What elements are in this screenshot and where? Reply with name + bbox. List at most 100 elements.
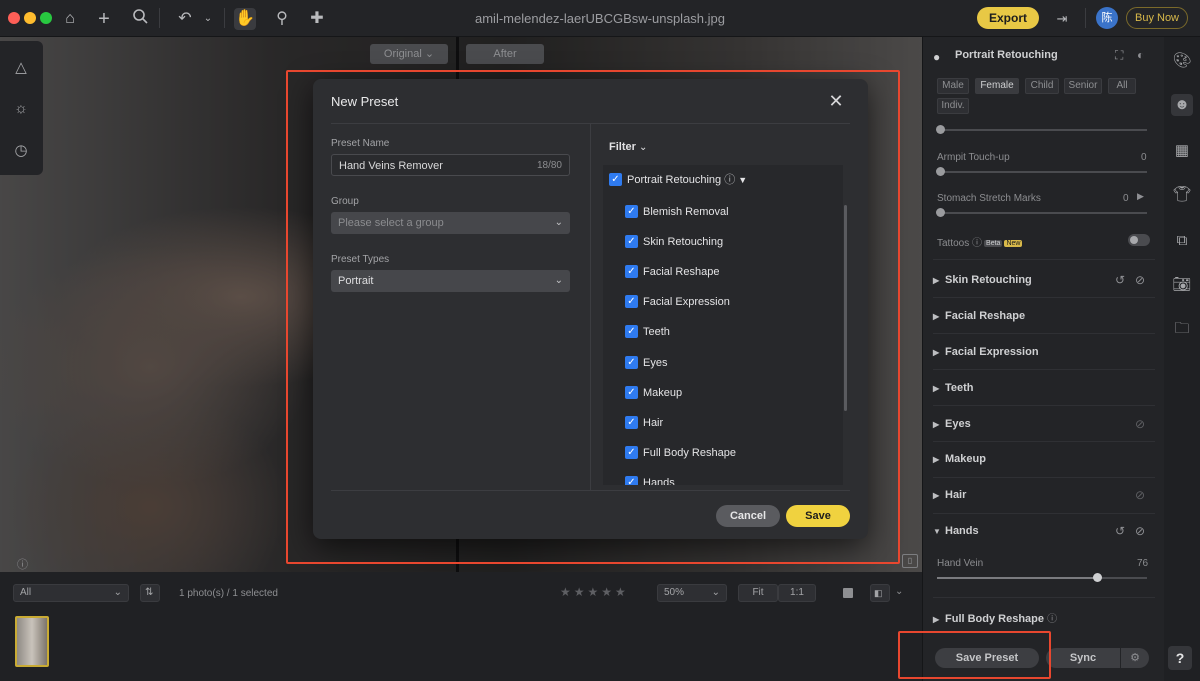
chip-all[interactable]: All — [1108, 78, 1136, 94]
one-to-one-button[interactable]: 1:1 — [778, 584, 816, 602]
section-skin-retouching[interactable]: ▶ Skin Retouching — [933, 274, 1032, 286]
search-icon[interactable] — [129, 8, 151, 30]
help-circle-icon[interactable]: ⓘ — [1047, 614, 1057, 625]
chip-individual[interactable]: Indiv. — [937, 98, 969, 114]
chevron-down-icon: ⌄ — [711, 587, 720, 598]
hand-vein-label: Hand Vein — [937, 558, 984, 569]
reset-icon[interactable]: ↺ — [1115, 524, 1125, 538]
section-full-body-reshape[interactable]: ▶ Full Body Reshape ⓘ — [933, 610, 1057, 625]
fit-button[interactable]: Fit — [738, 584, 778, 602]
original-dropdown[interactable]: Original ⌄ — [370, 44, 448, 64]
tattoos-label: Tattoos — [937, 238, 970, 249]
toolbar-divider — [224, 8, 225, 28]
help-circle-icon[interactable]: ⓘ — [972, 238, 982, 249]
photo-count: 1 photo(s) / 1 selected — [179, 588, 278, 599]
caret-right-icon: ▶ — [933, 491, 940, 500]
section-divider — [933, 369, 1155, 370]
palette-icon[interactable]: 🎨︎ — [1171, 50, 1193, 72]
hand-tool-icon[interactable]: ✋ — [234, 8, 256, 30]
sync-settings-icon[interactable]: ⚙ — [1121, 648, 1149, 668]
beta-badge: Beta — [984, 240, 1003, 247]
maximize-window-button[interactable] — [40, 12, 52, 24]
chip-child[interactable]: Child — [1025, 78, 1059, 94]
eraser-icon[interactable]: ⊘ — [1135, 488, 1145, 502]
help-button[interactable]: ? — [1168, 646, 1192, 670]
title-bar: ⌂ + ↶ ⌄ ✋ ⚲ ✚ amil-melendez-laerUBCGBsw-… — [0, 0, 1200, 37]
portrait-icon[interactable]: ☻ — [1171, 94, 1193, 116]
bandage-tool-icon[interactable]: ✚ — [306, 8, 328, 30]
stomach-value: 0 — [1123, 193, 1129, 204]
camera-icon[interactable]: 📷︎ — [1171, 274, 1193, 296]
caret-right-icon[interactable]: ▶ — [1137, 191, 1144, 202]
section-label: Eyes — [945, 418, 971, 430]
reset-icon[interactable]: ↺ — [1115, 273, 1125, 287]
tattoos-toggle[interactable] — [1128, 234, 1150, 246]
eraser-icon[interactable]: ⊘ — [1135, 417, 1145, 431]
section-teeth[interactable]: ▶ Teeth — [933, 382, 974, 394]
history-icon[interactable]: ◷ — [10, 140, 32, 162]
minimize-window-button[interactable] — [24, 12, 36, 24]
reset-panel-icon[interactable]: ◐ — [1137, 48, 1144, 62]
section-hair[interactable]: ▶ Hair — [933, 489, 966, 501]
armpit-slider-track[interactable] — [937, 171, 1147, 173]
caret-down-icon: ▼ — [933, 527, 941, 536]
caret-right-icon: ▶ — [933, 420, 940, 429]
undo-icon[interactable]: ↶ — [174, 8, 196, 30]
section-eyes[interactable]: ▶ Eyes — [933, 418, 971, 430]
filmstrip-filter-select[interactable]: All ⌄ — [13, 584, 129, 602]
sync-button[interactable]: Sync — [1046, 648, 1120, 668]
section-facial-reshape[interactable]: ▶ Facial Reshape — [933, 310, 1025, 322]
stomach-slider-track[interactable] — [937, 212, 1147, 214]
caret-right-icon: ▶ — [933, 276, 940, 285]
document-title: amil-melendez-laerUBCGBsw-unsplash.jpg — [475, 11, 725, 26]
chevron-down-icon[interactable]: ⌄ — [197, 8, 219, 30]
stamp-tool-icon[interactable]: ⚲ — [271, 8, 293, 30]
section-label: Facial Expression — [945, 346, 1039, 358]
section-facial-expression[interactable]: ▶ Facial Expression — [933, 346, 1039, 358]
section-makeup[interactable]: ▶ Makeup — [933, 453, 986, 465]
filmstrip-bar: All ⌄ ⇅ 1 photo(s) / 1 selected ★★★★★ 50%… — [0, 572, 922, 681]
close-window-button[interactable] — [8, 12, 20, 24]
chip-male[interactable]: Male — [937, 78, 969, 94]
caret-right-icon: ▶ — [933, 384, 940, 393]
eraser-icon[interactable]: ⊘ — [1135, 273, 1145, 287]
chevron-down-icon[interactable]: ⌄ — [895, 586, 903, 597]
hand-vein-slider-knob[interactable] — [1092, 573, 1102, 582]
before-after-view-icon[interactable]: ◧ — [870, 584, 890, 602]
compare-view-icon[interactable]: ▯ — [902, 554, 918, 568]
armpit-slider-knob[interactable] — [936, 167, 945, 176]
slider-knob[interactable] — [936, 125, 945, 134]
single-view-icon[interactable] — [843, 588, 853, 598]
photo-thumbnail[interactable] — [15, 616, 49, 667]
hand-vein-slider-fill — [937, 577, 1097, 579]
folder-icon[interactable]: 🗀 — [1171, 318, 1193, 340]
preset-icon[interactable]: ☼ — [10, 98, 32, 120]
buy-now-button[interactable]: Buy Now — [1126, 7, 1188, 29]
avatar[interactable]: 陈 — [1096, 7, 1118, 29]
add-icon[interactable]: + — [93, 8, 115, 30]
slider-track[interactable] — [937, 129, 1147, 131]
section-label: Teeth — [945, 382, 974, 394]
star-rating[interactable]: ★★★★★ — [560, 585, 629, 599]
section-hands[interactable]: ▼ Hands — [933, 525, 979, 537]
chip-senior[interactable]: Senior — [1064, 78, 1102, 94]
toolbar-divider — [159, 8, 160, 28]
chip-female[interactable]: Female — [975, 78, 1019, 94]
crop-icon[interactable]: ⧉ — [1171, 230, 1193, 252]
export-button[interactable]: Export — [977, 7, 1039, 29]
eraser-icon[interactable]: ⊘ — [1135, 524, 1145, 538]
home-icon[interactable]: ⌂ — [59, 8, 81, 30]
sort-icon[interactable]: ⇅ — [140, 584, 160, 602]
face-detect-icon[interactable]: ⛶ — [1115, 48, 1123, 63]
ai-adjust-icon[interactable]: △ — [10, 57, 32, 79]
stomach-label: Stomach Stretch Marks — [937, 193, 1041, 204]
section-divider — [933, 297, 1155, 298]
section-label: Hands — [945, 525, 979, 537]
stomach-slider-knob[interactable] — [936, 208, 945, 217]
toolbar-divider — [1085, 8, 1086, 28]
shirt-icon[interactable]: 👕︎ — [1171, 184, 1193, 206]
info-icon[interactable]: ⓘ — [17, 556, 28, 572]
gradient-icon[interactable]: ▦ — [1171, 140, 1193, 162]
share-icon[interactable]: ⇥ — [1051, 8, 1073, 30]
zoom-select[interactable]: 50% ⌄ — [657, 584, 727, 602]
